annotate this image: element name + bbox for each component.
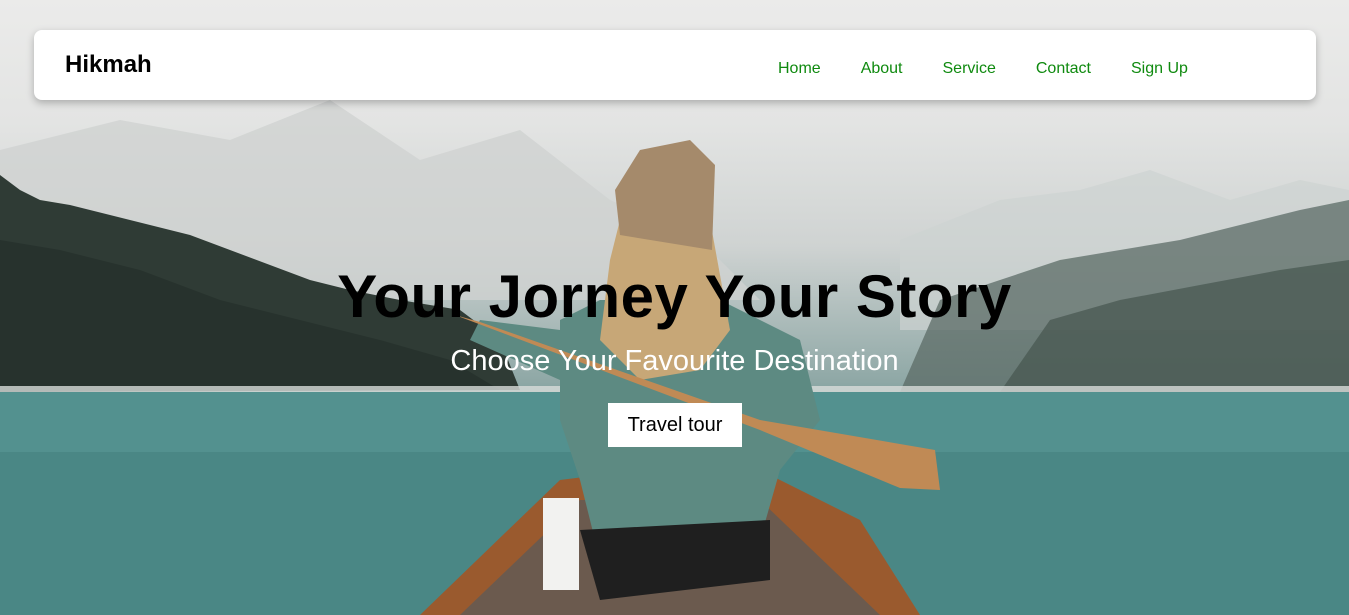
nav-link-home[interactable]: Home [778,60,821,78]
hero-section: Hikmah Home About Service Contact Sign U… [0,0,1349,615]
travel-tour-button[interactable]: Travel tour [608,403,742,447]
nav-links: Home About Service Contact Sign Up [778,60,1228,78]
nav-link-sign-up[interactable]: Sign Up [1131,60,1188,78]
hero-subtitle: Choose Your Favourite Destination [450,345,899,377]
nav-link-service[interactable]: Service [943,60,996,78]
nav-link-contact[interactable]: Contact [1036,60,1091,78]
nav-link-about[interactable]: About [861,60,903,78]
navbar: Hikmah Home About Service Contact Sign U… [34,30,1316,100]
brand-logo[interactable]: Hikmah [65,51,152,79]
hero-title: Your Jorney Your Story [337,263,1012,330]
